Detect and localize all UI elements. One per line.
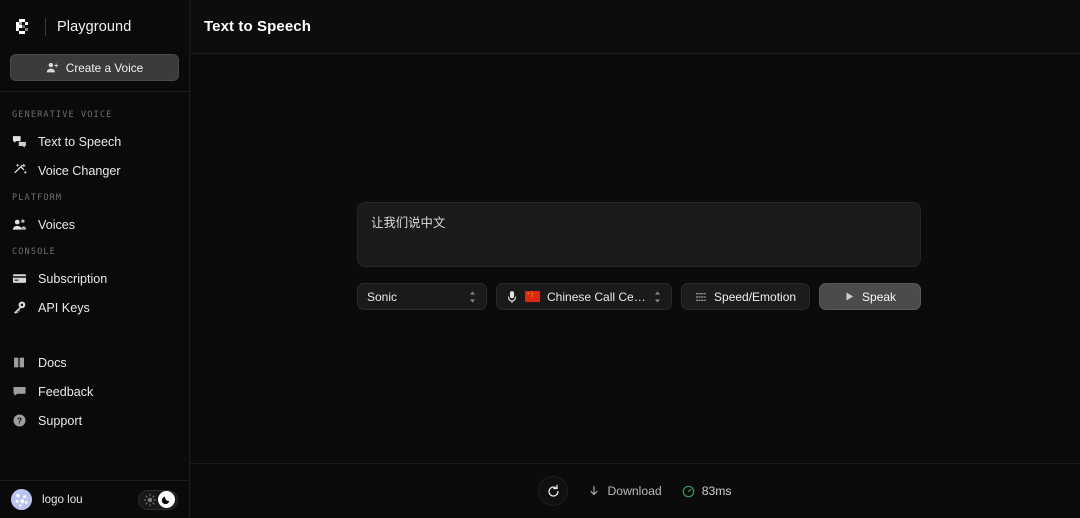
sidebar-item-api-keys[interactable]: API Keys: [0, 293, 189, 322]
china-flag-icon: [525, 291, 540, 302]
sidebar-spacer: [0, 322, 189, 348]
workspace-stage: Sonic: [190, 54, 1080, 463]
avatar[interactable]: [11, 489, 32, 510]
sun-icon: [143, 493, 157, 507]
speak-button[interactable]: Speak: [819, 283, 921, 310]
sidebar-item-label: Voices: [38, 218, 75, 232]
chat-bubble-icon: [12, 384, 27, 399]
credit-card-icon: [12, 271, 27, 286]
key-icon: [12, 300, 27, 315]
question-circle-icon: ?: [12, 413, 27, 428]
magic-wand-icon: [12, 163, 27, 178]
download-label: Download: [607, 484, 661, 498]
text-input[interactable]: [357, 202, 921, 267]
sliders-icon: [695, 291, 707, 303]
create-voice-button[interactable]: Create a Voice: [10, 54, 179, 81]
section-label-console: CONSOLE: [0, 239, 189, 264]
svg-text:?: ?: [17, 417, 22, 426]
sidebar-item-subscription[interactable]: Subscription: [0, 264, 189, 293]
sidebar-item-feedback[interactable]: Feedback: [0, 377, 189, 406]
sidebar-item-label: Support: [38, 414, 82, 428]
create-voice-wrap: Create a Voice: [0, 54, 189, 91]
sidebar: Playground Create a Voice GENERATIVE VOI…: [0, 0, 190, 518]
sidebar-nav: GENERATIVE VOICE Text to Speech: [0, 92, 189, 480]
sidebar-item-voice-changer[interactable]: Voice Changer: [0, 156, 189, 185]
voice-select-value: Chinese Call Cen...: [547, 290, 646, 304]
speech-bubbles-icon: [12, 134, 27, 149]
book-icon: [12, 355, 27, 370]
speed-emotion-button[interactable]: Speed/Emotion: [681, 283, 810, 310]
download-arrow-icon: [588, 485, 600, 497]
sidebar-item-label: Text to Speech: [38, 135, 121, 149]
download-button[interactable]: Download: [588, 484, 661, 498]
sidebar-item-label: API Keys: [38, 301, 90, 315]
main-content: Text to Speech Sonic: [190, 0, 1080, 518]
user-name: logo lou: [42, 493, 128, 506]
playback-footer: Download 83ms: [190, 463, 1080, 518]
section-label-generative-voice: GENERATIVE VOICE: [0, 102, 189, 127]
sidebar-item-label: Feedback: [38, 385, 93, 399]
brand-header: Playground: [0, 0, 189, 54]
latency-indicator: 83ms: [682, 484, 732, 498]
brand-title: Playground: [57, 19, 131, 35]
gauge-icon: [682, 485, 695, 498]
sidebar-item-label: Subscription: [38, 272, 107, 286]
microphone-icon: [506, 290, 518, 304]
model-select-value: Sonic: [367, 290, 461, 304]
sidebar-item-label: Docs: [38, 356, 67, 370]
page-header: Text to Speech: [190, 0, 1080, 54]
app-root: Playground Create a Voice GENERATIVE VOI…: [0, 0, 1080, 518]
user-plus-icon: [46, 61, 59, 74]
moon-icon: [158, 491, 175, 508]
brand-divider: [45, 18, 46, 36]
sidebar-item-support[interactable]: ? Support: [0, 406, 189, 435]
page-title: Text to Speech: [204, 18, 311, 35]
replay-button[interactable]: [538, 476, 568, 506]
cartesia-logo-icon: [12, 16, 34, 38]
speed-emotion-label: Speed/Emotion: [714, 290, 796, 304]
sidebar-item-label: Voice Changer: [38, 164, 121, 178]
model-select[interactable]: Sonic: [357, 283, 487, 310]
users-icon: [12, 217, 27, 232]
tts-panel: Sonic: [357, 202, 921, 310]
sidebar-item-voices[interactable]: Voices: [0, 210, 189, 239]
sidebar-item-docs[interactable]: Docs: [0, 348, 189, 377]
sidebar-footer: logo lou: [0, 480, 189, 518]
play-icon: [844, 291, 855, 302]
theme-toggle[interactable]: [138, 490, 178, 510]
sidebar-item-text-to-speech[interactable]: Text to Speech: [0, 127, 189, 156]
speak-label: Speak: [862, 290, 896, 304]
chevron-updown-icon: [468, 290, 477, 304]
create-voice-label: Create a Voice: [66, 61, 143, 75]
voice-select[interactable]: Chinese Call Cen...: [496, 283, 672, 310]
chevron-updown-icon: [653, 290, 662, 304]
section-label-platform: PLATFORM: [0, 185, 189, 210]
latency-label: 83ms: [702, 484, 732, 498]
controls-row: Sonic: [357, 283, 921, 310]
